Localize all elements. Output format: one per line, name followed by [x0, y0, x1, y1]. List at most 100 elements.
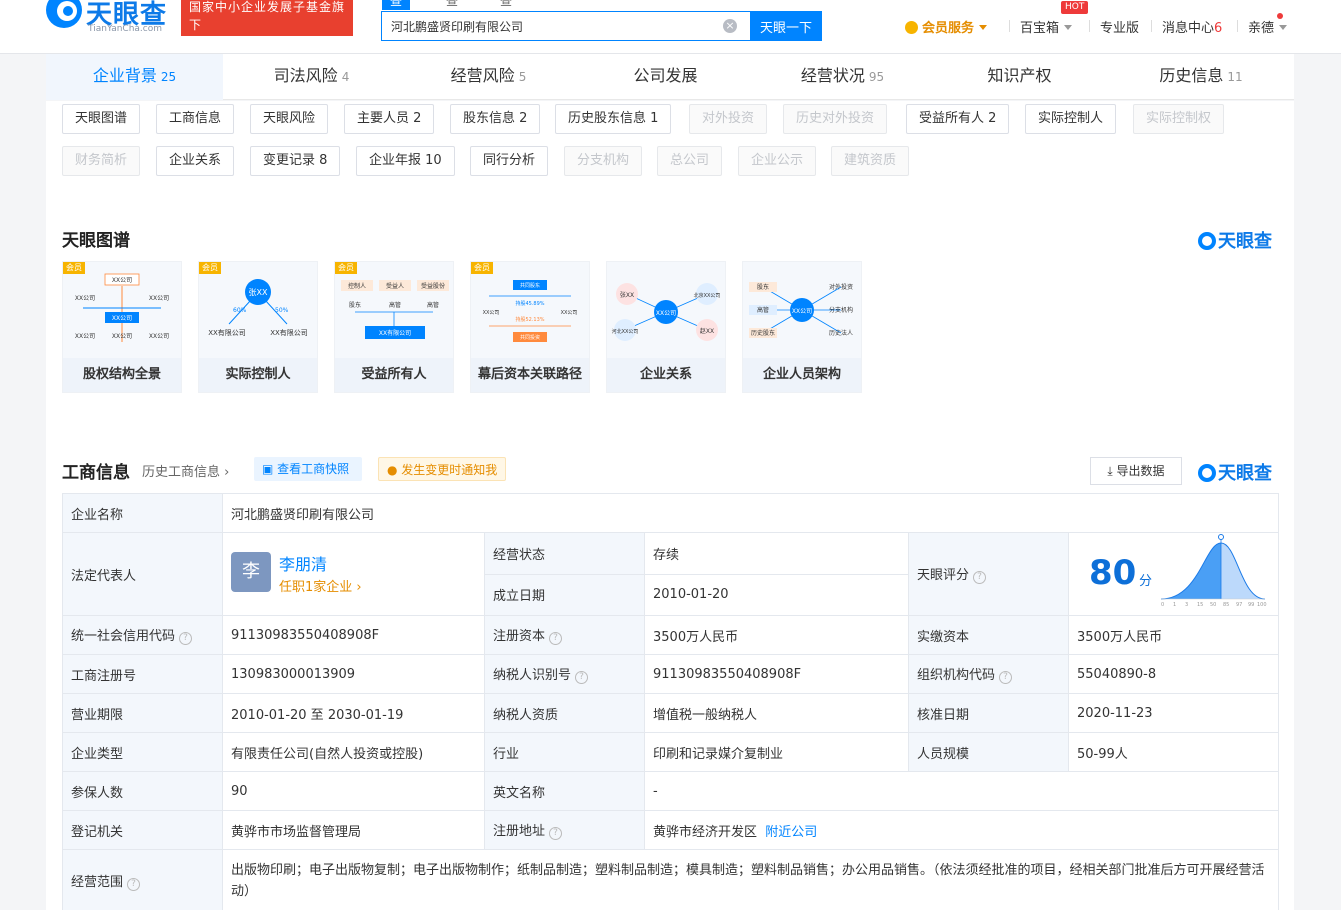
chip-annual-reports[interactable]: 企业年报 10: [356, 146, 455, 176]
authority-value: 黄骅市市场监督管理局: [222, 810, 485, 850]
art-text: 受益股份: [421, 282, 445, 290]
address-value: 黄骅市经济开发区: [653, 824, 758, 840]
founded-value: 2010-01-20: [644, 573, 909, 616]
art-text: 受益人: [386, 282, 404, 290]
tab-count: 4: [341, 70, 350, 84]
nearby-companies-link[interactable]: 附近公司: [765, 825, 817, 840]
download-icon: ⤓: [1107, 464, 1117, 478]
tab-label: 企业背景: [92, 66, 157, 85]
industry-value: 印刷和记录媒介复制业: [644, 732, 909, 772]
legal-rep-name-link[interactable]: 李朋清: [279, 551, 327, 575]
vip-badge: 会员: [199, 262, 221, 274]
search-input[interactable]: [382, 12, 742, 40]
user-menu[interactable]: 亲德: [1248, 17, 1288, 36]
chip-construction-qualification: 建筑资质: [831, 146, 910, 176]
table-row: 企业名称 河北鹏盛贤印刷有限公司: [62, 493, 1280, 533]
address-label: 注册地址: [493, 824, 546, 839]
avatar[interactable]: 李: [231, 552, 271, 592]
vip-label: 会员服务: [922, 21, 975, 36]
vip-service-menu[interactable]: 会员服务: [905, 17, 988, 36]
art-text: 分支机构: [829, 306, 853, 314]
search-tab-company[interactable]: 查公司: [382, 0, 411, 42]
notify-change-button[interactable]: ● 发生变更时通知我: [378, 457, 506, 481]
registered-capital-label: 注册资本: [493, 629, 546, 644]
registered-capital-label-cell: 注册资本?: [484, 615, 645, 655]
tab-company-development[interactable]: 公司发展: [577, 54, 754, 100]
chip-peer-analysis[interactable]: 同行分析: [470, 146, 549, 176]
score-axis-label: 97: [1236, 602, 1242, 607]
help-icon[interactable]: ?: [127, 877, 141, 891]
art-text: XX公司: [149, 295, 169, 302]
chip-key-personnel[interactable]: 主要人员 2: [344, 104, 435, 134]
message-center-link[interactable]: 消息中心6: [1162, 17, 1222, 36]
graph-card-personnel-structure[interactable]: 股东 对外投资 高管 XX公司 分支机构 历史股东 历史法人 企业人员架构: [742, 261, 862, 393]
camera-icon: ▣: [262, 462, 278, 476]
chevron-down-icon: [1279, 25, 1288, 30]
graph-card-company-relations[interactable]: 张XX 北京XX公司 XX公司 河北XX公司 赵XX 企业关系: [606, 261, 726, 393]
pro-version-link[interactable]: 专业版: [1100, 17, 1139, 36]
chip-tianyan-risk[interactable]: 天眼风险: [250, 104, 329, 134]
chip-actual-controller[interactable]: 实际控制人: [1025, 104, 1117, 134]
tab-intellectual-property[interactable]: 知识产权: [931, 54, 1108, 100]
vip-badge: 会员: [63, 262, 85, 274]
chip-change-records[interactable]: 变更记录 8: [250, 146, 341, 176]
legal-rep-label: 法定代表人: [62, 532, 223, 616]
banner-line-1: 国家中小企业发展子基金旗下: [189, 0, 346, 32]
notification-dot: [1277, 13, 1283, 19]
site-logo[interactable]: 天眼查 TianYanCha.com: [46, 0, 174, 34]
chip-history-shareholders[interactable]: 历史股东信息 1: [555, 104, 672, 134]
positions-label: 任职1家企业: [279, 580, 353, 595]
credit-code-label-cell: 统一社会信用代码?: [62, 615, 223, 655]
tab-label: 司法风险: [273, 66, 338, 85]
card-label: 企业关系: [607, 358, 725, 392]
help-icon[interactable]: ?: [179, 632, 193, 645]
tab-operation-status[interactable]: 经营状况 95: [754, 54, 931, 100]
help-icon[interactable]: ?: [973, 571, 987, 584]
english-name-value: -: [643, 771, 1280, 811]
graph-card-capital-path[interactable]: 共同股东 持股45.89% XX公司 XX公司 持股52.13% 共同投资 会员…: [470, 261, 590, 393]
tab-judicial-risk[interactable]: 司法风险 4: [223, 54, 400, 100]
notify-label: 发生变更时通知我: [401, 463, 498, 477]
art-text: XX公司: [792, 308, 812, 315]
help-icon[interactable]: ?: [999, 671, 1013, 684]
approval-date-label: 核准日期: [908, 693, 1069, 733]
chip-tianyan-graph[interactable]: 天眼图谱: [62, 104, 141, 134]
table-row: 营业期限 2010-01-20 至 2030-01-19 纳税人资质 增值税一般…: [62, 693, 1280, 733]
nav-divider: [1237, 20, 1238, 32]
vip-badge: 会员: [471, 262, 493, 274]
art-text: XX公司: [112, 277, 132, 284]
insured-value: 90: [222, 771, 485, 811]
help-icon[interactable]: ?: [575, 671, 589, 684]
clear-icon[interactable]: ×: [723, 19, 737, 33]
tab-history-info[interactable]: 历史信息 11: [1108, 54, 1294, 100]
paid-capital-value: 3500万人民币: [1067, 615, 1280, 655]
score-value: 80: [1089, 553, 1137, 593]
chip-company-relations[interactable]: 企业关系: [156, 146, 235, 176]
toolbox-menu[interactable]: 百宝箱: [1020, 17, 1073, 36]
table-row: 工商注册号 130983000013909 纳税人识别号? 9113098355…: [62, 654, 1280, 694]
help-icon[interactable]: ?: [549, 632, 563, 645]
top-header: 天眼查 TianYanCha.com 国家中小企业发展子基金旗下 官方备案企业征…: [0, 0, 1341, 54]
chip-financial-analysis: 财务简析: [62, 146, 141, 176]
personnel-structure-diagram: 股东 对外投资 高管 XX公司 分支机构 历史股东 历史法人: [749, 282, 853, 338]
tab-enterprise-background[interactable]: 企业背景 25: [46, 54, 223, 100]
search-button[interactable]: 天眼一下: [750, 11, 822, 41]
export-data-button[interactable]: ⤓ 导出数据: [1090, 457, 1182, 485]
chip-shareholders[interactable]: 股东信息 2: [450, 104, 541, 134]
graph-card-beneficial-owner[interactable]: 控制人 受益人 受益股份 股东 高管 高管 XX有限公司 会员 受益所有人: [334, 261, 454, 393]
history-business-info-link[interactable]: 历史工商信息 ›: [142, 461, 229, 480]
search-box: × 天眼一下: [381, 11, 822, 41]
tab-label: 知识产权: [987, 66, 1052, 85]
legal-rep-positions-link[interactable]: 任职1家企业 ›: [279, 576, 362, 595]
graph-card-equity-structure[interactable]: XX公司 XX公司 XX公司 XX公司 XX公司 XX公司 XX公司 会员 股权…: [62, 261, 182, 393]
help-icon[interactable]: ?: [549, 827, 563, 840]
registration-number-value: 130983000013909: [222, 654, 485, 694]
tab-operation-risk[interactable]: 经营风险 5: [400, 54, 577, 100]
view-snapshot-button[interactable]: ▣ 查看工商快照: [254, 457, 362, 481]
art-text: 共同股东: [520, 282, 540, 289]
scope-label-cell: 经营范围?: [62, 849, 223, 910]
graph-card-actual-controller[interactable]: 张XX 60% 50% XX有限公司 XX有限公司 会员 实际控制人: [198, 261, 318, 393]
tab-label: 经营风险: [450, 66, 515, 85]
chip-business-info[interactable]: 工商信息: [156, 104, 235, 134]
chip-beneficial-owners[interactable]: 受益所有人 2: [906, 104, 1010, 134]
